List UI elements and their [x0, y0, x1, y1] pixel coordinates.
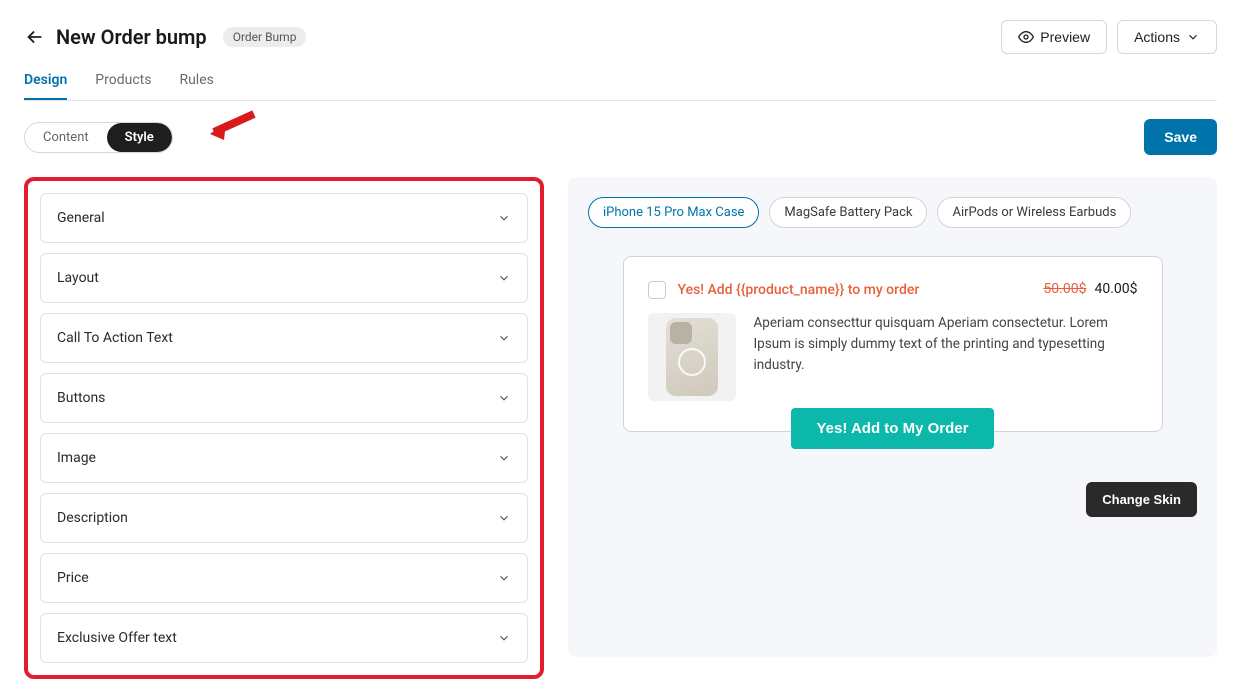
subheader: Content Style Save	[24, 119, 1217, 155]
save-button[interactable]: Save	[1144, 119, 1217, 155]
accordion-label: Call To Action Text	[57, 330, 173, 346]
accordion-label: General	[57, 210, 105, 226]
accordion-layout[interactable]: Layout	[40, 253, 528, 303]
tab-rules[interactable]: Rules	[179, 72, 213, 100]
change-skin-button[interactable]: Change Skin	[1086, 482, 1197, 517]
accordion-exclusive-offer[interactable]: Exclusive Offer text	[40, 613, 528, 663]
accordion-price[interactable]: Price	[40, 553, 528, 603]
product-pill-iphone-case[interactable]: iPhone 15 Pro Max Case	[588, 197, 759, 228]
red-arrow-annotation	[204, 106, 264, 146]
accordion-image[interactable]: Image	[40, 433, 528, 483]
accordion-label: Price	[57, 570, 89, 586]
content-style-toggle: Content Style	[24, 122, 173, 153]
style-accordion-panel: General Layout Call To Action Text Butto…	[24, 177, 544, 679]
accordion-label: Image	[57, 450, 96, 466]
offer-cta-text: Yes! Add {{product_name}} to my order	[678, 282, 920, 298]
chevron-down-icon	[497, 571, 511, 585]
preview-label: Preview	[1040, 29, 1090, 45]
accordion-label: Exclusive Offer text	[57, 630, 177, 646]
offer-checkbox[interactable]	[648, 281, 666, 299]
tab-design[interactable]: Design	[24, 72, 67, 100]
actions-label: Actions	[1134, 29, 1180, 45]
accordion-description[interactable]: Description	[40, 493, 528, 543]
product-pill-magsafe[interactable]: MagSafe Battery Pack	[769, 197, 927, 228]
product-image	[648, 313, 736, 401]
back-arrow-icon[interactable]	[24, 26, 46, 48]
offer-top-row: Yes! Add {{product_name}} to my order 50…	[648, 281, 1138, 299]
chevron-down-icon	[497, 331, 511, 345]
toggle-content[interactable]: Content	[25, 123, 107, 152]
accordion-cta-text[interactable]: Call To Action Text	[40, 313, 528, 363]
page-header: New Order bump Order Bump Preview Action…	[24, 20, 1217, 54]
chevron-down-icon	[497, 511, 511, 525]
chevron-down-icon	[497, 271, 511, 285]
chevron-down-icon	[1186, 30, 1200, 44]
product-pill-airpods[interactable]: AirPods or Wireless Earbuds	[937, 197, 1131, 228]
offer-body: Aperiam consecttur quisquam Aperiam cons…	[648, 313, 1138, 401]
toggle-style[interactable]: Style	[107, 123, 172, 152]
accordion-label: Layout	[57, 270, 99, 286]
offer-check-row: Yes! Add {{product_name}} to my order	[648, 281, 920, 299]
phone-case-icon	[666, 318, 718, 396]
preview-button[interactable]: Preview	[1001, 20, 1107, 54]
actions-button[interactable]: Actions	[1117, 20, 1217, 54]
offer-card: Yes! Add {{product_name}} to my order 50…	[623, 256, 1163, 432]
page-title: New Order bump	[56, 25, 207, 49]
chevron-down-icon	[497, 391, 511, 405]
header-left: New Order bump Order Bump	[24, 25, 306, 49]
order-bump-badge: Order Bump	[223, 27, 307, 47]
accordion-label: Buttons	[57, 390, 105, 406]
accordion-label: Description	[57, 510, 128, 526]
new-price: 40.00$	[1094, 281, 1137, 297]
add-to-order-button[interactable]: Yes! Add to My Order	[791, 408, 995, 449]
product-pill-row: iPhone 15 Pro Max Case MagSafe Battery P…	[588, 197, 1197, 228]
tabs-row: Design Products Rules	[24, 72, 1217, 101]
header-right: Preview Actions	[1001, 20, 1217, 54]
tab-products[interactable]: Products	[95, 72, 151, 100]
old-price: 50.00$	[1043, 281, 1086, 297]
chevron-down-icon	[497, 631, 511, 645]
chevron-down-icon	[497, 211, 511, 225]
offer-price: 50.00$ 40.00$	[1043, 281, 1137, 297]
main-content: General Layout Call To Action Text Butto…	[24, 177, 1217, 679]
preview-panel: iPhone 15 Pro Max Case MagSafe Battery P…	[568, 177, 1217, 657]
offer-description: Aperiam consecttur quisquam Aperiam cons…	[754, 313, 1138, 376]
chevron-down-icon	[497, 451, 511, 465]
accordion-buttons[interactable]: Buttons	[40, 373, 528, 423]
eye-icon	[1018, 29, 1034, 45]
accordion-general[interactable]: General	[40, 193, 528, 243]
